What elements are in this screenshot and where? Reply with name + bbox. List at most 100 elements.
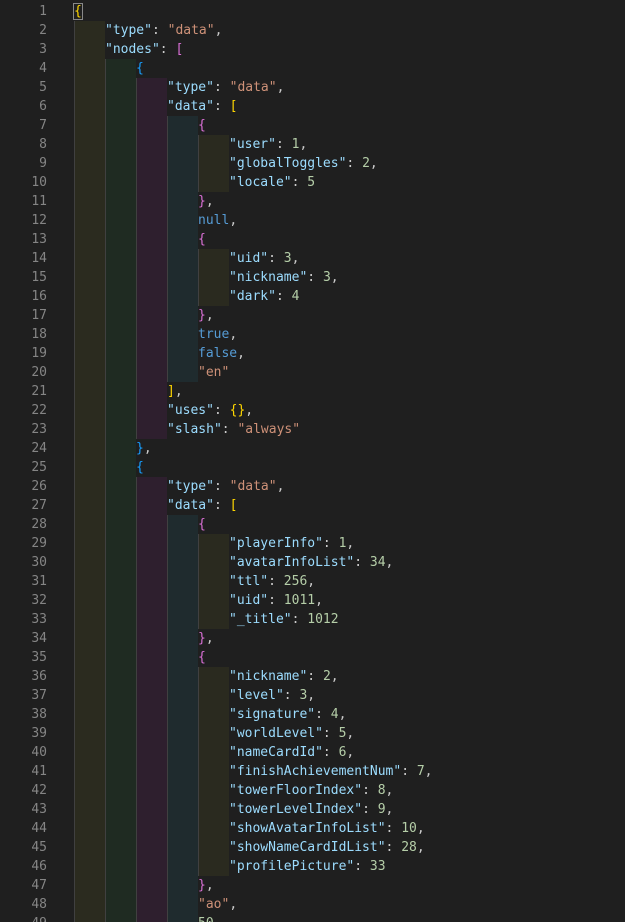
code-line[interactable]: }, [198, 306, 214, 325]
code-line[interactable]: { [198, 230, 206, 249]
code-line[interactable]: "ao", [198, 895, 237, 914]
code-editor[interactable]: 1 2 3 4 5 6 7 8 9 10 11 12 13 14 15 16 17 18 19 20 21 22 23 24 2… [0, 0, 625, 922]
code-token: : [362, 783, 378, 798]
code-line[interactable]: "nickname": 2, [229, 667, 339, 686]
code-line[interactable]: { [198, 648, 206, 667]
code-line[interactable]: "profilePicture": 33 [229, 857, 386, 876]
code-line[interactable]: "uid": 1011, [229, 591, 323, 610]
code-token: : [151, 23, 168, 38]
code-token: : [283, 688, 300, 703]
code-token: 2 [362, 156, 370, 171]
indent-guide [105, 59, 106, 922]
line-number: 15 [31, 270, 47, 285]
code-line[interactable]: { [136, 59, 144, 78]
code-line[interactable]: "globalToggles": 2, [229, 154, 378, 173]
code-line[interactable]: { [198, 515, 206, 534]
code-token: "signature" [229, 707, 316, 722]
code-token: : [354, 859, 370, 874]
line-number: 11 [31, 194, 47, 209]
code-line[interactable]: }, [136, 439, 152, 458]
code-token: 3 [322, 270, 331, 285]
code-line[interactable]: "dark": 4 [229, 287, 299, 306]
code-line[interactable]: "data": [ [167, 97, 237, 116]
line-number: 25 [31, 460, 47, 475]
code-token: } [198, 308, 206, 323]
code-line[interactable]: "type": "data", [105, 21, 222, 40]
line-number: 38 [31, 707, 47, 722]
code-token: "nickname" [229, 669, 308, 684]
code-token: , [276, 80, 285, 95]
indent-band [167, 116, 198, 382]
code-line[interactable]: 50 [198, 914, 214, 922]
code-line[interactable]: }, [198, 192, 214, 211]
line-number: 5 [39, 80, 47, 95]
code-line[interactable]: "showNameCardIdList": 28, [229, 838, 425, 857]
code-line[interactable]: "uses": {}, [167, 401, 253, 420]
indent-band [105, 59, 136, 922]
code-line[interactable]: "user": 1, [229, 135, 307, 154]
code-line[interactable]: "level": 3, [229, 686, 315, 705]
code-token: 34 [369, 555, 386, 570]
code-line[interactable]: "worldLevel": 5, [229, 724, 354, 743]
code-line[interactable]: true, [198, 325, 237, 344]
code-line[interactable]: "nodes": [ [105, 40, 183, 59]
code-token: : [213, 403, 230, 418]
code-token: } [198, 194, 206, 209]
code-line[interactable]: "avatarInfoList": 34, [229, 553, 393, 572]
code-line[interactable]: "type": "data", [167, 477, 284, 496]
code-token: "nickname" [229, 270, 308, 285]
code-token: {} [229, 403, 246, 418]
code-line[interactable]: "uid": 3, [229, 249, 299, 268]
code-line[interactable]: }, [198, 629, 214, 648]
code-line[interactable]: { [73, 2, 83, 21]
line-number-gutter: 1 2 3 4 5 6 7 8 9 10 11 12 13 14 15 16 17 18 19 20 21 22 23 24 2… [0, 0, 60, 922]
line-number: 39 [31, 726, 47, 741]
code-line[interactable]: "data": [ [167, 496, 237, 515]
line-number: 7 [39, 118, 47, 133]
indent-guide [198, 667, 199, 876]
code-line[interactable]: "locale": 5 [229, 173, 315, 192]
code-line[interactable]: { [136, 458, 144, 477]
code-line[interactable]: "towerLevelIndex": 9, [229, 800, 393, 819]
code-line[interactable]: ], [167, 382, 183, 401]
code-token: , [205, 194, 214, 209]
code-token: 1011 [283, 593, 316, 608]
code-line[interactable]: "nameCardId": 6, [229, 743, 354, 762]
code-token: "uses" [167, 403, 214, 418]
code-line[interactable]: "ttl": 256, [229, 572, 315, 591]
code-line[interactable]: { [198, 116, 206, 135]
code-line[interactable]: }, [198, 876, 214, 895]
code-token: "towerFloorIndex" [229, 783, 363, 798]
code-token: "always" [237, 422, 301, 437]
code-token: true [198, 327, 230, 342]
line-number: 1 [39, 4, 47, 19]
code-line[interactable]: "_title": 1012 [229, 610, 339, 629]
code-line[interactable]: "playerInfo": 1, [229, 534, 354, 553]
indent-band [136, 78, 167, 439]
code-token: , [330, 270, 339, 285]
code-line[interactable]: "showAvatarInfoList": 10, [229, 819, 425, 838]
code-token: , [276, 479, 285, 494]
code-token: { [198, 232, 206, 247]
code-token: , [229, 897, 238, 912]
code-line[interactable]: "finishAchievementNum": 7, [229, 762, 433, 781]
code-line[interactable]: "type": "data", [167, 78, 284, 97]
code-line[interactable]: false, [198, 344, 245, 363]
code-token: false [198, 346, 238, 361]
line-number: 20 [31, 365, 47, 380]
code-token: , [385, 802, 394, 817]
code-line[interactable]: "nickname": 3, [229, 268, 339, 287]
code-token: , [307, 688, 316, 703]
code-line[interactable]: "slash": "always" [167, 420, 300, 439]
code-line[interactable]: null, [198, 211, 237, 230]
code-token: : [213, 80, 230, 95]
line-number: 46 [31, 859, 47, 874]
code-line[interactable]: "towerFloorIndex": 8, [229, 781, 393, 800]
code-token: : [354, 555, 370, 570]
indent-band [198, 534, 229, 629]
code-line[interactable]: "signature": 4, [229, 705, 346, 724]
code-token: : [322, 536, 339, 551]
code-token: , [385, 783, 394, 798]
code-token: 4 [330, 707, 339, 722]
code-line[interactable]: "en" [198, 363, 229, 382]
